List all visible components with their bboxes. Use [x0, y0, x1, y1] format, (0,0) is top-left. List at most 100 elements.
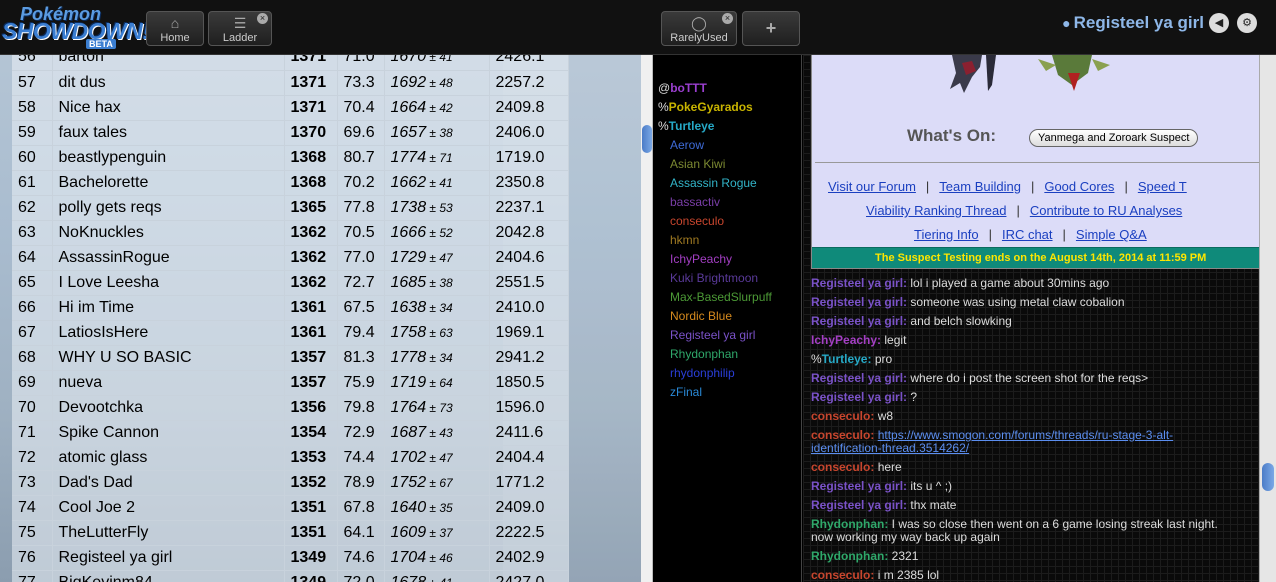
userlist-item[interactable]: %PokeGyarados — [658, 100, 753, 114]
gxe-cell: 69.6 — [337, 120, 385, 146]
message-author[interactable]: Registeel ya girl: — [811, 479, 907, 493]
coil-cell: 2257.2 — [489, 70, 569, 96]
message-author[interactable]: IchyPeachy: — [811, 333, 881, 347]
username: Registeel ya girl — [1073, 13, 1204, 32]
gxe-cell: 80.7 — [337, 145, 385, 171]
player-name-cell[interactable]: nueva — [52, 370, 285, 396]
player-name-cell[interactable]: TheLutterFly — [52, 520, 285, 546]
player-name-cell[interactable]: beastlypenguin — [52, 145, 285, 171]
userlist-item[interactable]: Aerow — [670, 138, 704, 152]
pokemon-sprites — [950, 55, 1110, 93]
player-name-cell[interactable]: Devootchka — [52, 395, 285, 421]
player-name-cell[interactable]: Spike Cannon — [52, 420, 285, 446]
message-author[interactable]: Rhydonphan: — [811, 517, 888, 531]
elo-cell: 1351 — [284, 495, 338, 521]
player-name-cell[interactable]: Nice hax — [52, 95, 285, 121]
glicko-cell: 1609 ± 37 — [384, 520, 490, 546]
intro-link[interactable]: IRC chat — [1002, 227, 1053, 242]
close-ladder-tab-icon[interactable]: × — [257, 13, 268, 24]
userlist-item[interactable]: %Turtleye — [658, 119, 714, 133]
player-name-cell[interactable]: dit dus — [52, 70, 285, 96]
userlist-item[interactable]: @boTTT — [658, 81, 707, 95]
new-room-button[interactable]: + — [742, 11, 800, 46]
player-name-cell[interactable]: faux tales — [52, 120, 285, 146]
scrollbar-thumb[interactable] — [1262, 463, 1274, 491]
player-name-cell[interactable]: I Love Leesha — [52, 270, 285, 296]
player-name-cell[interactable]: Registeel ya girl — [52, 545, 285, 571]
userlist-item[interactable]: Assassin Rogue — [670, 176, 757, 190]
ladder-row: 68 WHY U SO BASIC 1357 81.3 1778 ± 34 2941.2 — [12, 345, 569, 371]
player-name-cell[interactable]: atomic glass — [52, 445, 285, 471]
intro-link[interactable]: Team Building — [939, 179, 1021, 194]
userlist-item[interactable]: hkmn — [670, 233, 699, 247]
ladder-scrollbar[interactable] — [641, 55, 653, 582]
message-author[interactable]: Registeel ya girl: — [811, 371, 907, 385]
intro-link[interactable]: Tiering Info — [914, 227, 979, 242]
userlist-item[interactable]: rhydonphilip — [670, 366, 735, 380]
elo-cell: 1349 — [284, 545, 338, 571]
player-name-cell[interactable]: Dad's Dad — [52, 470, 285, 496]
rarelyused-room-tab[interactable]: ◯ RarelyUsed × — [661, 11, 737, 46]
volume-icon[interactable]: ◀ — [1209, 13, 1229, 33]
message-author[interactable]: Rhydonphan: — [811, 549, 888, 563]
chat-message: Registeel ya girl: someone was using met… — [811, 295, 1125, 309]
player-name-cell[interactable]: BigKevinm84 — [52, 570, 285, 582]
chat-message: Rhydonphan: I was so close then went on … — [811, 517, 1218, 544]
userlist-item[interactable]: bassactiv — [670, 195, 720, 209]
userlist-item[interactable]: zFinal — [670, 385, 702, 399]
intro-link[interactable]: Visit our Forum — [828, 179, 916, 194]
chat-message: Registeel ya girl: thx mate — [811, 498, 957, 512]
scrollbar-thumb[interactable] — [642, 125, 652, 153]
intro-link[interactable]: Good Cores — [1044, 179, 1114, 194]
message-author[interactable]: conseculo: — [811, 428, 874, 442]
player-name-cell[interactable]: WHY U SO BASIC — [52, 345, 285, 371]
current-user[interactable]: ● Registeel ya girl — [1062, 13, 1204, 33]
intro-link[interactable]: Viability Ranking Thread — [866, 203, 1006, 218]
userlist-item[interactable]: Kuki Brightmoon — [670, 271, 758, 285]
close-room-tab-icon[interactable]: × — [722, 13, 733, 24]
divider — [815, 162, 1259, 163]
elo-cell: 1352 — [284, 470, 338, 496]
player-name-cell[interactable]: NoKnuckles — [52, 220, 285, 246]
message-author[interactable]: Registeel ya girl: — [811, 390, 907, 404]
message-author[interactable]: conseculo: — [811, 568, 874, 582]
player-name-cell[interactable]: AssassinRogue — [52, 245, 285, 271]
player-name-cell[interactable]: Cool Joe 2 — [52, 495, 285, 521]
message-author[interactable]: Turtleye: — [822, 352, 872, 366]
ladder-tab[interactable]: ☰ Ladder × — [208, 11, 272, 46]
chat-scrollbar[interactable] — [1259, 55, 1276, 582]
intro-link[interactable]: Contribute to RU Analyses — [1030, 203, 1182, 218]
userlist-item[interactable]: Max-BasedSlurpuff — [670, 290, 772, 304]
rank-cell: 67 — [12, 320, 53, 346]
ladder-row: 77BigKevinm84134972.01678 ± 412427.0 — [12, 570, 569, 582]
home-tab[interactable]: ⌂ Home — [146, 11, 204, 46]
userlist-item[interactable]: conseculo — [670, 214, 724, 228]
userlist-item[interactable]: Registeel ya girl — [670, 328, 755, 342]
showdown-logo[interactable]: Pokémon SHOWDOWN! BETA — [2, 4, 150, 49]
player-name-cell[interactable]: Bachelorette — [52, 170, 285, 196]
message-author[interactable]: Registeel ya girl: — [811, 498, 907, 512]
intro-link[interactable]: Simple Q&A — [1076, 227, 1147, 242]
player-name-cell[interactable]: polly gets reqs — [52, 195, 285, 221]
chat-message: conseculo: i m 2385 lol — [811, 568, 940, 582]
userlist-item[interactable]: Rhydonphan — [670, 347, 738, 361]
home-icon: ⌂ — [170, 15, 180, 31]
gxe-cell: 81.3 — [337, 345, 385, 371]
player-name-cell[interactable]: LatiosIsHere — [52, 320, 285, 346]
intro-link[interactable]: Speed T — [1138, 179, 1187, 194]
userlist-item[interactable]: Nordic Blue — [670, 309, 732, 323]
suspect-button[interactable]: Yanmega and Zoroark Suspect — [1029, 129, 1199, 147]
gear-icon[interactable]: ⚙ — [1237, 13, 1257, 33]
userlist-item[interactable]: Asian Kiwi — [670, 157, 725, 171]
message-author[interactable]: Registeel ya girl: — [811, 314, 907, 328]
logo-beta-badge: BETA — [86, 39, 116, 49]
userlist-item[interactable]: IchyPeachy — [670, 252, 732, 266]
chat-message: Registeel ya girl: lol i played a game a… — [811, 276, 1110, 290]
elo-cell: 1365 — [284, 195, 338, 221]
message-author[interactable]: conseculo: — [811, 409, 874, 423]
message-author[interactable]: Registeel ya girl: — [811, 276, 907, 290]
message-author[interactable]: conseculo: — [811, 460, 874, 474]
elo-cell: 1354 — [284, 420, 338, 446]
message-author[interactable]: Registeel ya girl: — [811, 295, 907, 309]
player-name-cell[interactable]: Hi im Time — [52, 295, 285, 321]
